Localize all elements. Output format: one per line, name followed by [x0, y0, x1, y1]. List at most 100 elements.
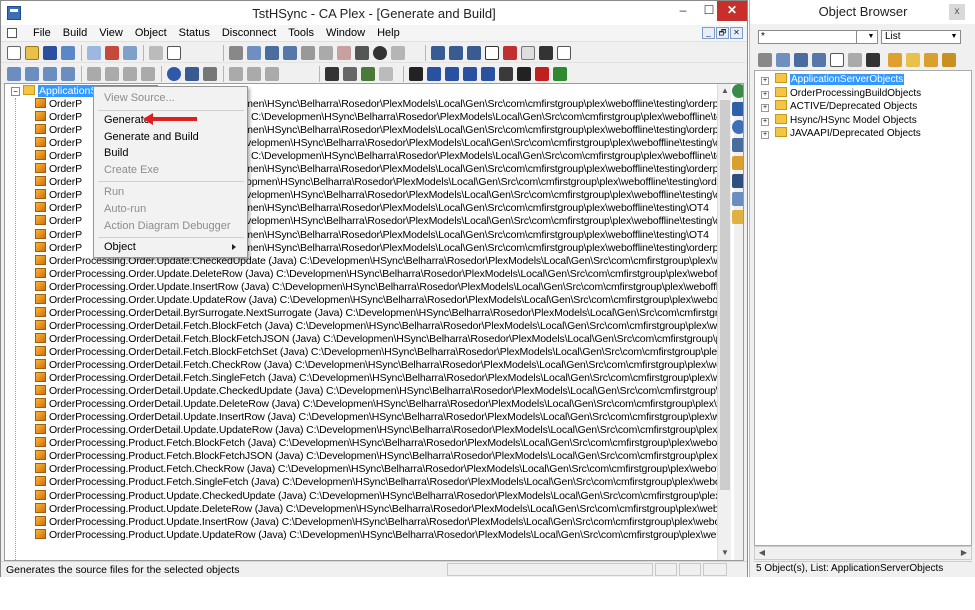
object-browser-close-button[interactable]: x	[949, 4, 965, 20]
browser-icon[interactable]	[557, 46, 571, 60]
edit-list-icon[interactable]	[924, 53, 938, 67]
object-icon[interactable]	[319, 46, 333, 60]
scroll-right-icon[interactable]: ▶	[957, 547, 971, 559]
tree-row[interactable]: OrderProcessing.OrderDetail.Fetch.BlockF…	[35, 320, 717, 333]
arrow-icon[interactable]	[427, 67, 441, 81]
tree-row[interactable]: OrderProcessing.OrderDetail.Fetch.CheckR…	[35, 359, 717, 372]
menu-item-generate-and-build[interactable]: Generate and Build	[104, 129, 199, 145]
open-icon[interactable]	[25, 46, 39, 60]
compare-icon[interactable]	[521, 46, 535, 60]
cut-icon[interactable]	[123, 46, 137, 60]
object-browser-tree[interactable]: + ApplicationServerObjects + OrderProcessin…	[754, 70, 972, 546]
tree-row[interactable]: OrderProcessing.OrderDetail.ByrSurrogate…	[35, 307, 717, 320]
hierarchy-icon[interactable]	[539, 46, 553, 60]
trace-icon[interactable]	[445, 67, 459, 81]
menu-item-action-diagram-debugger[interactable]: Action Diagram Debugger	[104, 218, 231, 234]
compile-side-icon[interactable]	[732, 138, 743, 152]
expand-icon[interactable]: +	[761, 90, 769, 99]
refresh-icon[interactable]	[167, 67, 181, 81]
folder-new-icon[interactable]	[906, 53, 920, 67]
menu-file[interactable]: File	[27, 27, 57, 39]
panel-icon[interactable]	[776, 53, 790, 67]
build-icon[interactable]	[449, 46, 463, 60]
help-icon[interactable]	[391, 46, 405, 60]
menu-item-create-exe[interactable]: Create Exe	[104, 162, 159, 178]
close-button[interactable]: ✕	[717, 1, 747, 21]
save-icon[interactable]	[43, 46, 57, 60]
menu-item-view-source[interactable]: View Source...	[104, 90, 175, 106]
link-icon[interactable]	[301, 46, 315, 60]
link-icon[interactable]	[848, 53, 862, 67]
deploy-side-icon[interactable]	[732, 174, 743, 188]
info-icon[interactable]	[373, 46, 387, 60]
debug-icon[interactable]	[343, 67, 357, 81]
link-object-icon[interactable]	[61, 67, 75, 81]
outdent-icon[interactable]	[123, 67, 137, 81]
folder-open-icon[interactable]	[888, 53, 902, 67]
model-icon[interactable]	[229, 46, 243, 60]
menu-item-object[interactable]: Object	[104, 239, 244, 255]
package-side-icon[interactable]	[732, 156, 743, 170]
expand-icon[interactable]: +	[761, 117, 769, 126]
edit-icon[interactable]	[355, 46, 369, 60]
expand-icon[interactable]: +	[761, 77, 769, 85]
filter-icon[interactable]	[503, 46, 517, 60]
italic-icon[interactable]	[265, 67, 279, 81]
new-icon[interactable]	[7, 46, 21, 60]
expand-icon[interactable]: +	[761, 104, 769, 112]
paste-icon[interactable]	[25, 67, 39, 81]
key-icon[interactable]	[337, 46, 351, 60]
refresh-icon[interactable]	[830, 53, 844, 67]
object-browser-item[interactable]: + ACTIVE/Deprecated Objects	[761, 100, 917, 113]
scroll-up-icon[interactable]: ▲	[718, 84, 732, 98]
tree-row[interactable]: OrderProcessing.Product.Update.DeleteRow…	[35, 503, 717, 516]
watch-icon[interactable]	[379, 67, 393, 81]
tree-row[interactable]: OrderProcessing.OrderDetail.Update.Check…	[35, 385, 717, 398]
comment-icon[interactable]	[141, 67, 155, 81]
object-browser-item[interactable]: + JAVAAPI/Deprecated Objects	[761, 127, 921, 140]
tree-row[interactable]: OrderProcessing.Order.Update.DeleteRow (…	[35, 268, 717, 281]
tree-row[interactable]: OrderProcessing.OrderDetail.Fetch.Single…	[35, 372, 717, 385]
scroll-down-icon[interactable]: ▼	[718, 546, 732, 560]
menu-item-build[interactable]: Build	[104, 145, 128, 161]
tree-icon[interactable]	[283, 46, 297, 60]
mdi-minimize-button[interactable]: _	[702, 27, 715, 39]
collapse-icon[interactable]: −	[11, 87, 20, 96]
filter-dropdown[interactable]: ▼	[856, 30, 878, 44]
menu-item-run[interactable]: Run	[104, 184, 124, 200]
breakpoint-icon[interactable]	[409, 67, 423, 81]
menu-build[interactable]: Build	[57, 27, 93, 39]
tree-row[interactable]: OrderProcessing.Product.Update.InsertRow…	[35, 516, 717, 529]
step-icon[interactable]	[361, 67, 375, 81]
tree-row[interactable]: OrderProcessing.OrderDetail.Update.Inser…	[35, 411, 717, 424]
menu-view[interactable]: View	[93, 27, 129, 39]
horizontal-scrollbar[interactable]: ◀ ▶	[754, 546, 972, 560]
panel-icon[interactable]	[247, 46, 261, 60]
scroll-left-icon[interactable]: ◀	[755, 547, 769, 559]
build-side-icon[interactable]	[732, 102, 743, 116]
print-preview-icon[interactable]	[149, 46, 163, 60]
window-icon[interactable]	[167, 46, 181, 60]
diagram-icon[interactable]	[265, 46, 279, 60]
document-icon[interactable]	[7, 28, 17, 38]
object-browser-item[interactable]: + ApplicationServerObjects	[761, 73, 905, 86]
indent-icon[interactable]	[105, 67, 119, 81]
layout-icon[interactable]	[485, 46, 499, 60]
list-icon[interactable]	[942, 53, 956, 67]
menu-help[interactable]: Help	[371, 27, 406, 39]
tree-row[interactable]: OrderProcessing.Order.Update.InsertRow (…	[35, 281, 717, 294]
object-browser-item[interactable]: + Hsync/HSync Model Objects	[761, 113, 917, 127]
bold-icon[interactable]	[247, 67, 261, 81]
generate-icon[interactable]	[431, 46, 445, 60]
tree-row[interactable]: OrderProcessing.Product.Update.UpdateRow…	[35, 529, 717, 542]
menu-window[interactable]: Window	[320, 27, 371, 39]
print-icon[interactable]	[105, 46, 119, 60]
tree-icon[interactable]	[812, 53, 826, 67]
link-side-icon[interactable]	[732, 120, 743, 134]
minimize-button[interactable]: –	[669, 1, 697, 21]
archive-side-icon[interactable]	[732, 210, 743, 224]
generate-side-icon[interactable]	[732, 84, 743, 98]
properties-icon[interactable]	[203, 67, 217, 81]
tree-row[interactable]: OrderProcessing.Product.Fetch.BlockFetch…	[35, 437, 717, 450]
diagram-icon[interactable]	[794, 53, 808, 67]
